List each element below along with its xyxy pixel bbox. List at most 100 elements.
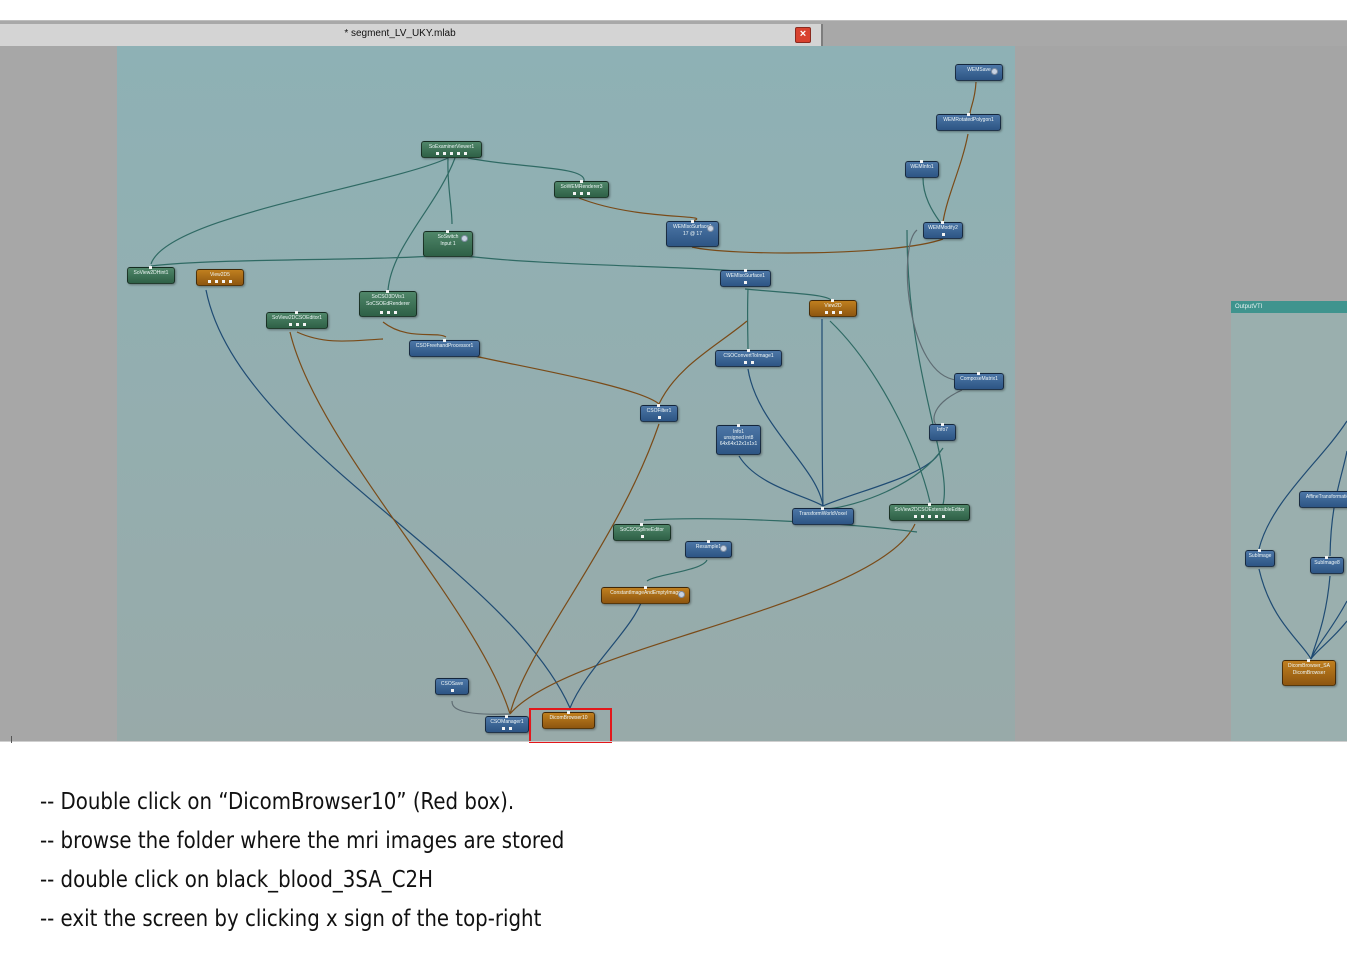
input-port [1258,549,1261,552]
network-node[interactable]: SubImage [1245,549,1275,567]
node-label: CSOFreehandProcessor1 [415,343,474,349]
network-node[interactable]: WEMRotatedPolygon1 [936,113,1001,131]
instruction-list: -- Double click on “DicomBrowser10” (Red… [40,783,650,939]
node-ports [486,727,528,731]
network-node[interactable]: CSOFilter1 [640,404,678,422]
network-node[interactable]: WEMIsoSurface1 17 @ 17 [666,220,719,247]
connection-line [150,157,449,265]
output-vti-panel[interactable]: OutputVTI AffineTransformation SubImage … [1231,301,1347,742]
node-ports [360,311,416,315]
network-node[interactable]: View2D [809,299,857,317]
input-port [977,372,980,375]
connection-line [469,354,660,405]
connection-line [1258,420,1347,550]
network-node[interactable]: CSOManager1 [485,715,529,733]
connection-line [691,238,944,254]
network-node[interactable]: SoView2DHint1 [127,266,175,284]
network-node[interactable]: Info7 [929,423,956,441]
input-port [743,269,747,272]
node-ports [721,281,770,285]
node-label: WEMRotatedPolygon1 [943,117,994,123]
connection-line [296,331,384,342]
connection-line [942,133,969,223]
network-node[interactable]: SoView2DCSOExtensibleEditor [889,503,970,521]
node-label: DicomBrowser_SA DicomBrowser [1288,663,1330,676]
connection-line [1310,600,1347,660]
red-highlight-box [529,708,612,743]
instruction-item: -- browse the folder where the mri image… [40,828,565,854]
network-node[interactable]: CSOSave [435,678,469,695]
network-node[interactable]: SoCSOSplineEditor [613,523,671,541]
workspace-left-margin [0,46,117,742]
connection-line [1310,575,1331,660]
connection-line [578,197,698,222]
input-port [643,586,647,589]
gear-icon [678,591,685,598]
network-node[interactable]: WEMModify2 [923,221,963,239]
network-node[interactable]: SubImage8 [1310,556,1344,574]
network-node[interactable]: AffineTransformation [1299,491,1347,508]
network-canvas[interactable]: WEMSave WEMRotatedPolygon1 WEMInfo1 SoEx… [117,46,1015,742]
input-port [706,540,710,543]
connection-line [822,451,941,507]
node-ports [924,233,962,237]
connection-line [150,254,449,267]
node-label: WEMInfo1 [910,164,934,170]
input-port [940,423,944,426]
input-port [442,339,446,342]
tab-title: * segment_LV_UKY.mlab [344,28,456,39]
divider-tick [11,736,12,743]
node-ports [197,280,243,284]
input-port [1325,556,1328,559]
connection-line [826,447,944,510]
network-node[interactable]: TransformWorldVoxel [792,507,854,525]
network-node[interactable]: CSOFreehandProcessor1 [409,339,480,357]
network-node[interactable]: SoWEMRenderer3 [554,180,609,198]
network-node[interactable]: WEMSave [955,64,1003,81]
gear-icon [991,68,998,75]
input-port [386,290,389,293]
instruction-item: -- double click on black_blood_3SA_C2H [40,867,433,893]
connection-line [451,700,511,715]
network-node[interactable]: SoView2DCSOEditor1 [266,311,328,329]
input-port [295,311,298,314]
input-port [746,349,750,352]
network-node[interactable]: View2D5 [196,269,244,286]
network-node[interactable]: CSOConvertToImage1 [715,349,782,367]
network-node[interactable]: SoExaminerViewer1 [421,141,482,158]
node-label: SubImage [1248,553,1272,559]
network-node[interactable]: ComposeMatrix1 [954,372,1004,390]
input-port [640,523,643,526]
document-tab[interactable]: * segment_LV_UKY.mlab × [0,24,823,46]
connection-line [387,157,456,291]
node-label: Info7 [936,427,949,433]
input-port [1307,659,1310,662]
node-label: ConstantImageAndEmptyImage [610,590,681,596]
node-label: AffineTransformation [1305,494,1347,500]
input-port [149,266,152,269]
network-node[interactable]: Info1 unsigned int8 64x64x12x1x1x1 [716,424,761,455]
network-node[interactable]: DicomBrowser_SA DicomBrowser [1282,659,1336,686]
node-ports [422,152,481,156]
connection-line [205,289,571,709]
connection-line [933,389,963,427]
input-port [821,507,824,510]
network-node[interactable]: ConstantImageAndEmptyImage [601,586,690,604]
node-ports [614,535,670,539]
node-ports [810,311,856,315]
connection-line [382,321,447,338]
network-node[interactable]: WEMInfo1 [905,160,939,178]
connection-line [467,157,585,182]
network-node[interactable]: WEMIsoSurface1 [720,269,771,287]
network-node[interactable]: Resample1 [685,540,732,558]
network-node[interactable]: SoSwitch Input 1 [423,230,473,257]
gear-icon [461,235,468,242]
connection-line [646,559,708,582]
close-icon[interactable]: × [795,27,811,43]
connection-line [969,81,977,115]
input-port [927,503,931,506]
input-port [920,160,923,163]
connection-line [457,254,746,273]
connection-line [643,518,918,533]
network-node[interactable]: SoCSO3DVis1 SoCSOEdRenderer [359,290,417,317]
